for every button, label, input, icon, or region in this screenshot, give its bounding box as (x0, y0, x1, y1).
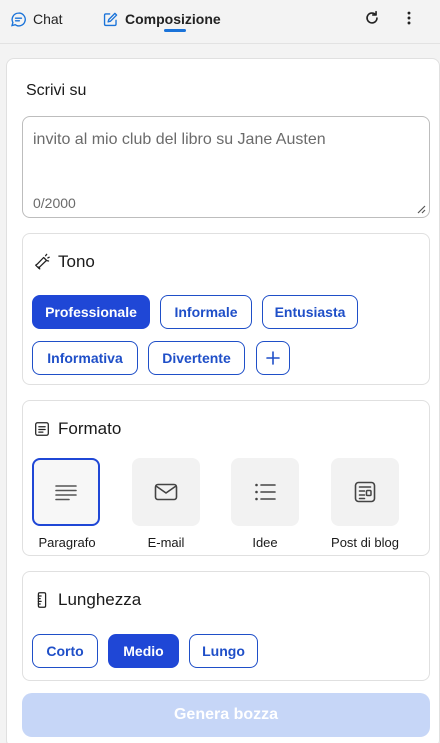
tone-chip-label: Informativa (47, 350, 123, 366)
tone-chip-label: Professionale (45, 304, 137, 320)
tab-compose-label: Composizione (125, 11, 221, 27)
length-title: Lunghezza (58, 590, 142, 609)
tone-card: Tono Professionale Informale Entusiasta … (22, 233, 430, 385)
tab-chat[interactable]: Chat (10, 8, 63, 30)
length-chip-label: Medio (123, 643, 164, 659)
plus-icon (266, 351, 280, 365)
generate-draft-label: Genera bozza (173, 706, 279, 723)
list-icon (255, 483, 276, 501)
format-label-email: E-mail (147, 535, 185, 550)
resize-handle-icon[interactable] (416, 204, 426, 214)
format-option-post-di-blog[interactable] (331, 458, 399, 526)
tone-chip-professionale[interactable]: Professionale (32, 295, 150, 329)
character-counter: 0/2000 (33, 195, 76, 211)
add-tone-button[interactable] (256, 341, 290, 375)
paragraph-icon (55, 485, 77, 501)
refresh-button[interactable] (362, 8, 382, 28)
format-header: Formato (33, 419, 121, 439)
more-options-button[interactable] (399, 8, 419, 28)
generate-draft-button[interactable]: Genera bozza (22, 693, 430, 737)
length-header: Lunghezza (33, 590, 141, 610)
tone-chip-divertente[interactable]: Divertente (148, 341, 245, 375)
email-icon (154, 483, 178, 501)
prompt-text: invito al mio club del libro su Jane Aus… (33, 131, 326, 148)
refresh-icon (366, 10, 378, 24)
format-label-post-di-blog: Post di blog (331, 535, 399, 550)
format-label-paragrafo: Paragrafo (38, 535, 96, 550)
format-option-idee[interactable] (231, 458, 299, 526)
tone-chip-label: Entusiasta (274, 304, 346, 320)
more-icon (407, 11, 411, 25)
format-card: Formato Paragrafo E-mail Idee Post di bl… (22, 400, 430, 556)
length-chip-lungo[interactable]: Lungo (189, 634, 258, 668)
format-option-paragrafo[interactable] (32, 458, 100, 526)
length-chip-corto[interactable]: Corto (32, 634, 98, 668)
tone-title: Tono (58, 252, 95, 271)
chat-icon (11, 11, 26, 27)
length-chip-medio[interactable]: Medio (108, 634, 179, 668)
format-option-email[interactable] (132, 458, 200, 526)
tone-header: Tono (33, 252, 95, 272)
tone-chip-label: Divertente (162, 350, 231, 366)
tab-compose[interactable]: Composizione (102, 8, 221, 30)
active-tab-indicator (164, 29, 186, 32)
tone-icon (35, 253, 50, 270)
prompt-input[interactable]: invito al mio club del libro su Jane Aus… (22, 116, 430, 218)
format-label-idee: Idee (252, 535, 278, 550)
compose-icon (103, 12, 118, 26)
length-card: Lunghezza Corto Medio Lungo (22, 571, 430, 681)
tone-chip-label: Informale (174, 304, 238, 320)
top-bar: Chat Composizione (0, 0, 440, 44)
format-title: Formato (58, 419, 122, 438)
length-icon (37, 592, 47, 608)
format-icon (35, 422, 49, 436)
blog-icon (354, 481, 376, 503)
write-about-label: Scrivi su (26, 82, 87, 99)
tab-chat-label: Chat (33, 11, 63, 27)
tone-chip-informale[interactable]: Informale (160, 295, 252, 329)
length-chip-label: Lungo (202, 643, 245, 659)
tone-chip-entusiasta[interactable]: Entusiasta (262, 295, 358, 329)
tone-chip-informativa[interactable]: Informativa (32, 341, 138, 375)
length-chip-label: Corto (46, 643, 84, 659)
